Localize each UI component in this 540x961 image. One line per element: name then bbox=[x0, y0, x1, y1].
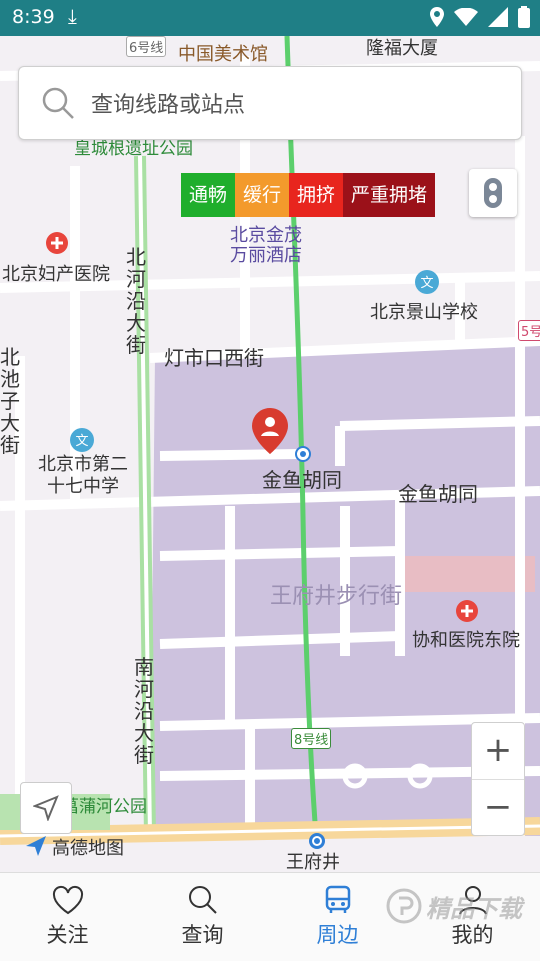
metro-line-5-label: 5号 bbox=[518, 320, 540, 341]
metro-line-8-label: 8号线 bbox=[291, 728, 332, 749]
tab-query[interactable]: 查询 bbox=[135, 873, 270, 961]
map-label-jinyu-2: 金鱼胡同 bbox=[398, 482, 478, 506]
map-brand-logo-icon bbox=[26, 836, 46, 856]
traffic-legend: 通畅 缓行 拥挤 严重拥堵 bbox=[181, 173, 436, 217]
legend-slow: 缓行 bbox=[235, 173, 290, 217]
search-icon bbox=[188, 886, 217, 914]
map-label-beichizi: 北池子大街 bbox=[0, 345, 20, 457]
wifi-icon bbox=[454, 8, 478, 26]
map-label-jinmao: 北京金茂万丽酒店 bbox=[230, 225, 302, 266]
map-label-meishuguan: 中国美术馆 bbox=[178, 44, 268, 65]
search-bar[interactable]: 查询线路或站点 bbox=[18, 66, 522, 140]
location-pin-icon[interactable] bbox=[252, 408, 288, 454]
traffic-toggle-button[interactable] bbox=[469, 169, 517, 217]
signal-icon bbox=[488, 7, 508, 27]
metro-station-icon bbox=[295, 446, 311, 462]
school-icon: 文 bbox=[415, 270, 439, 294]
battery-icon bbox=[518, 6, 530, 28]
navigation-arrow-icon bbox=[33, 795, 59, 821]
map-label-middle27: 北京市第二十七中学 bbox=[38, 454, 128, 497]
map-label-longfu: 隆福大厦 bbox=[366, 38, 438, 59]
map-label-jinyu-1: 金鱼胡同 bbox=[262, 468, 342, 492]
heart-icon bbox=[52, 885, 83, 915]
map-label-dengshikou: 灯市口西街 bbox=[164, 346, 264, 370]
zoom-out-button[interactable]: − bbox=[472, 780, 524, 836]
status-time: 8:39 bbox=[12, 6, 55, 28]
map-label-wangfujing: 王府井 bbox=[286, 852, 340, 872]
map-label-wangfujing-walk: 王府井步行街 bbox=[270, 584, 403, 609]
map-view[interactable]: 6号线 中国美术馆 隆福大厦 皇城根遗址公园 北京妇产医院 北京金茂万丽酒店 文… bbox=[0, 36, 540, 872]
metro-line-6-label: 6号线 bbox=[126, 36, 167, 57]
tab-nearby[interactable]: 周边 bbox=[270, 873, 405, 961]
hospital-icon bbox=[46, 232, 68, 254]
search-placeholder: 查询线路或站点 bbox=[91, 93, 246, 118]
map-label-xiehe: 协和医院东院 bbox=[412, 630, 520, 651]
status-bar: 8:39 ⤓ bbox=[0, 0, 540, 36]
bus-icon bbox=[325, 885, 350, 913]
map-label-nanheyan: 南河沿大街 bbox=[134, 655, 154, 767]
watermark-text: 精品下载 bbox=[426, 894, 522, 923]
tab-follow-label: 关注 bbox=[46, 923, 89, 947]
tab-follow[interactable]: 关注 bbox=[0, 873, 135, 961]
legend-congested: 拥挤 bbox=[289, 173, 344, 217]
traffic-light-icon bbox=[484, 178, 502, 208]
legend-severe: 严重拥堵 bbox=[343, 173, 436, 217]
svg-text:文: 文 bbox=[420, 276, 433, 291]
zoom-in-button[interactable]: + bbox=[472, 723, 524, 779]
map-label-beiheyan: 北河沿大街 bbox=[126, 245, 146, 357]
locate-button[interactable] bbox=[20, 782, 72, 834]
map-brand: 高德地图 bbox=[52, 838, 124, 859]
legend-smooth: 通畅 bbox=[181, 173, 236, 217]
search-icon bbox=[42, 87, 74, 119]
svg-text:文: 文 bbox=[75, 434, 88, 449]
map-label-puhe: 菖蒲河公园 bbox=[62, 797, 147, 817]
school-icon: 文 bbox=[70, 428, 94, 452]
watermark: 精品下载 bbox=[386, 888, 522, 924]
download-icon: ⤓ bbox=[68, 4, 77, 28]
tab-nearby-label: 周边 bbox=[316, 923, 359, 947]
map-label-fuchan: 北京妇产医院 bbox=[2, 264, 110, 285]
location-icon bbox=[430, 7, 444, 27]
watermark-logo-icon bbox=[386, 888, 422, 924]
map-label-jingshan: 北京景山学校 bbox=[370, 302, 478, 323]
zoom-control: + − bbox=[471, 722, 525, 836]
tab-query-label: 查询 bbox=[181, 923, 224, 947]
hospital-icon bbox=[456, 600, 478, 622]
